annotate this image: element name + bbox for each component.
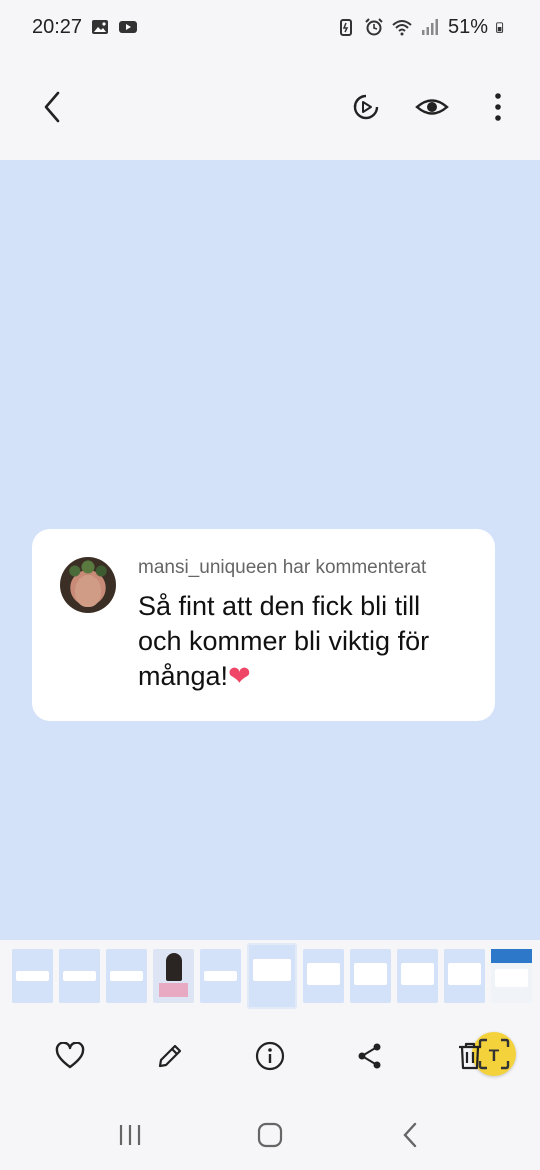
thumbnail[interactable] — [350, 949, 391, 1003]
trash-icon — [459, 1042, 481, 1070]
system-nav-bar — [0, 1100, 540, 1170]
app-bar-actions — [348, 89, 516, 125]
chevron-left-icon — [44, 91, 60, 123]
favorite-button[interactable] — [52, 1038, 88, 1074]
edit-pencil-icon — [158, 1044, 182, 1068]
status-right: 51% — [336, 16, 508, 39]
back-button[interactable] — [34, 89, 70, 125]
home-icon — [257, 1122, 283, 1148]
delete-button[interactable] — [452, 1038, 488, 1074]
avatar — [60, 557, 116, 613]
edit-button[interactable] — [152, 1038, 188, 1074]
motion-photo-icon — [353, 94, 379, 120]
battery-icon — [496, 22, 504, 33]
wifi-icon — [392, 20, 412, 36]
thumbnail-strip[interactable] — [0, 940, 540, 1012]
battery-percent: 51% — [447, 15, 488, 38]
thumbnail[interactable] — [397, 949, 438, 1003]
status-time: 20:27 — [32, 15, 83, 38]
comment-text: Så fint att den fick bli till och kommer… — [138, 589, 471, 694]
status-bar: 20:27 51% — [0, 0, 540, 54]
thumbnail[interactable] — [153, 949, 194, 1003]
details-button[interactable] — [252, 1038, 288, 1074]
more-options-button[interactable] — [480, 89, 516, 125]
heart-icon — [55, 1042, 85, 1069]
thumbnail[interactable] — [12, 949, 53, 1003]
thumbnail[interactable] — [444, 949, 485, 1003]
recent-apps-button[interactable] — [112, 1117, 148, 1153]
heart-emoji-icon: ❤ — [228, 661, 251, 691]
motion-photo-button[interactable] — [348, 89, 384, 125]
share-button[interactable] — [352, 1038, 388, 1074]
thumbnail[interactable] — [491, 949, 532, 1003]
thumbnail[interactable] — [303, 949, 344, 1003]
thumbnail[interactable] — [200, 949, 241, 1003]
thumbnail[interactable] — [106, 949, 147, 1003]
comment-user-line: mansi_uniqueen har kommenterat — [138, 557, 427, 578]
app-bar — [0, 54, 540, 160]
alarm-icon — [365, 18, 383, 36]
view-button[interactable] — [414, 89, 450, 125]
nav-back-button[interactable] — [392, 1117, 428, 1153]
gallery-notification-icon — [92, 20, 109, 34]
signal-icon — [421, 19, 438, 35]
recent-apps-icon — [119, 1125, 141, 1145]
action-bar — [0, 1012, 540, 1100]
image-viewer[interactable]: mansi_uniqueen har kommenterat Så fint a… — [0, 160, 540, 1076]
comment-card: mansi_uniqueen har kommenterat Så fint a… — [32, 529, 495, 721]
eye-icon — [415, 99, 449, 115]
youtube-notification-icon — [119, 21, 138, 33]
thumbnail-active[interactable] — [247, 943, 297, 1009]
home-button[interactable] — [252, 1117, 288, 1153]
status-left: 20:27 — [32, 16, 138, 39]
info-icon — [255, 1041, 285, 1071]
comment-body: Så fint att den fick bli till och kommer… — [138, 591, 430, 691]
avatar-face — [75, 575, 101, 607]
back-icon — [403, 1122, 417, 1148]
thumbnail[interactable] — [59, 949, 100, 1003]
more-vertical-icon — [495, 93, 501, 121]
battery-saver-icon — [339, 19, 352, 36]
share-icon — [358, 1043, 381, 1069]
